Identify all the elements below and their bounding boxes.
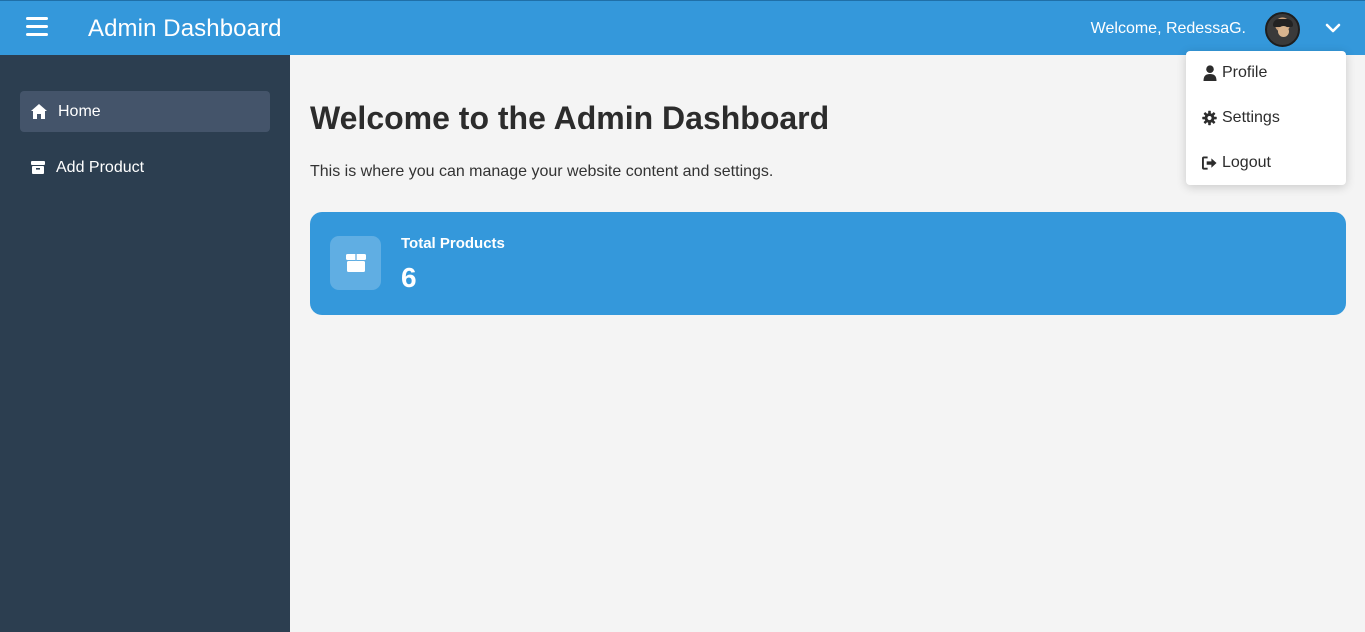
menu-item-logout[interactable]: Logout	[1202, 152, 1271, 174]
welcome-text: Welcome, RedessaG.	[1090, 20, 1246, 37]
menu-item-profile[interactable]: Profile	[1202, 62, 1267, 84]
user-icon	[1202, 65, 1217, 81]
user-avatar[interactable]	[1265, 12, 1300, 47]
gear-icon	[1202, 110, 1217, 126]
menu-item-settings[interactable]: Settings	[1202, 107, 1280, 129]
menu-item-label: Profile	[1222, 64, 1268, 81]
sidebar: Home Add Product	[0, 55, 290, 632]
logout-icon	[1202, 155, 1217, 171]
page-title: Welcome to the Admin Dashboard	[310, 100, 830, 136]
hamburger-menu-icon[interactable]	[26, 17, 48, 37]
page-description: This is where you can manage your websit…	[310, 163, 774, 180]
stat-value: 6	[401, 262, 417, 293]
app-title: Admin Dashboard	[88, 15, 282, 42]
user-dropdown-menu: Profile Settings Logout	[1186, 51, 1346, 185]
menu-item-label: Logout	[1222, 154, 1271, 171]
sidebar-item-home[interactable]: Home	[20, 91, 270, 132]
stat-card-total-products: Total Products 6	[310, 212, 1346, 315]
sidebar-item-label: Add Product	[56, 158, 145, 176]
top-navbar: Admin Dashboard Welcome, RedessaG.	[0, 0, 1365, 55]
home-icon	[30, 103, 48, 121]
box-icon	[330, 236, 381, 290]
menu-item-label: Settings	[1222, 109, 1280, 126]
sidebar-item-label: Home	[58, 102, 101, 120]
stat-label: Total Products	[401, 235, 505, 252]
sidebar-item-add-product[interactable]: Add Product	[20, 147, 270, 188]
chevron-down-icon[interactable]	[1324, 21, 1342, 35]
box-icon	[29, 159, 47, 177]
